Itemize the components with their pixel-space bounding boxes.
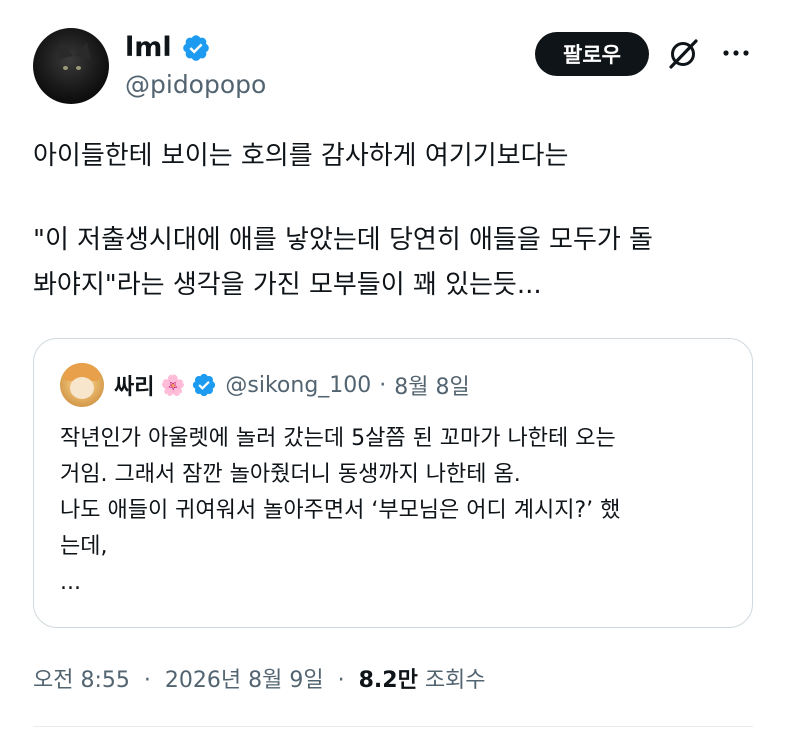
- quoted-tweet-header: 싸리 🌸 @sikong_100 · 8월 8일: [60, 363, 470, 407]
- tweet-line-2: "이 저출생시대에 애를 낳았는데 당연히 애들을 모두가 돌: [33, 225, 653, 255]
- quoted-tweet-date[interactable]: 8월 8일: [394, 369, 469, 401]
- author-handle[interactable]: @pidopopo: [125, 68, 266, 102]
- meta-dot-separator: ·: [337, 668, 345, 693]
- more-horizontal-icon[interactable]: [719, 36, 753, 70]
- author-display-name[interactable]: lml: [125, 32, 172, 64]
- quoted-line-5: ...: [60, 570, 81, 595]
- cherry-blossom-icon: 🌸: [160, 373, 186, 397]
- quoted-line-1: 작년인가 아울렛에 놀러 갔는데 5살쯤 된 꼬마가 나한테 오는: [60, 426, 616, 451]
- author-names: lml @pidopopo: [125, 32, 266, 102]
- quoted-tweet-text: 작년인가 아울렛에 놀러 갔는데 5살쯤 된 꼬마가 나한테 오는 거임. 그래…: [60, 421, 730, 601]
- tweet-line-3: 봐야지"라는 생각을 가진 모부들이 꽤 있는듯...: [33, 270, 542, 300]
- author-avatar[interactable]: [33, 28, 109, 104]
- tweet-line-1: 아이들한테 보이는 호의를 감사하게 여기기보다는: [33, 141, 569, 171]
- meta-dot-separator: ·: [143, 668, 151, 693]
- grok-slash-icon[interactable]: [665, 36, 701, 72]
- quoted-line-4: 는데,: [60, 534, 108, 559]
- quoted-tweet-card[interactable]: 싸리 🌸 @sikong_100 · 8월 8일 작년인가 아울렛에 놀러 갔는…: [33, 338, 753, 628]
- tweet-header: lml @pidopopo 팔로우: [33, 28, 753, 106]
- divider: [33, 726, 753, 727]
- verified-badge-icon: [193, 373, 216, 397]
- quoted-author-avatar[interactable]: [60, 363, 104, 407]
- tweet-date[interactable]: 2026년 8월 9일: [165, 668, 324, 693]
- tweet-time[interactable]: 오전 8:55: [33, 668, 130, 693]
- views-label: 조회수: [424, 668, 486, 693]
- tweet-meta: 오전 8:55 · 2026년 8월 9일 · 8.2만 조회수: [33, 662, 486, 694]
- quoted-author-name[interactable]: 싸리: [114, 369, 154, 401]
- verified-badge-icon: [182, 35, 209, 61]
- quoted-line-3: 나도 애들이 귀여워서 놀아주면서 ‘부모님은 어디 계시지?’ 했: [60, 498, 621, 523]
- tweet-text: 아이들한테 보이는 호의를 감사하게 여기기보다는 "이 저출생시대에 애를 낳…: [33, 134, 753, 308]
- follow-button[interactable]: 팔로우: [535, 32, 649, 76]
- views-count[interactable]: 8.2만: [359, 668, 418, 693]
- quoted-line-2: 거임. 그래서 잠깐 놀아줬더니 동생까지 나한테 옴.: [60, 462, 521, 487]
- quoted-author-handle[interactable]: @sikong_100: [225, 373, 371, 398]
- quoted-dot-separator: ·: [379, 372, 387, 398]
